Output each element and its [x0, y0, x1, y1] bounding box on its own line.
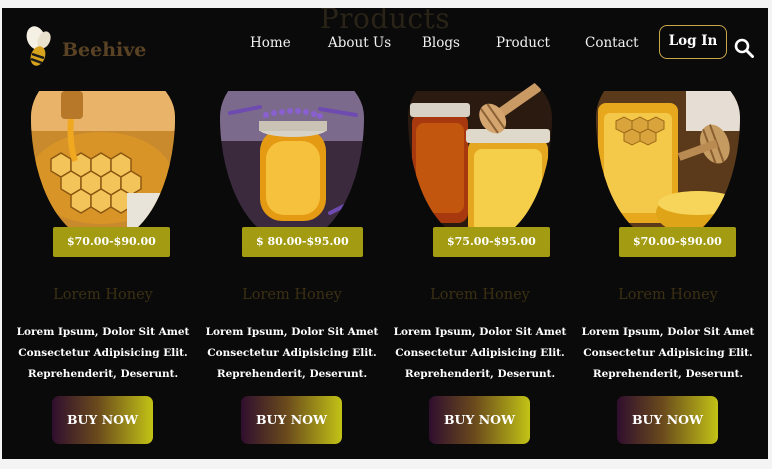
product-image[interactable] [31, 63, 175, 243]
product-card: $70.00-$90.00 Lorem Honey Lorem Ipsum, D… [582, 63, 766, 453]
description-line: Reprehenderit, Deserunt. [404, 368, 556, 380]
product-description: Lorem Ipsum, Dolor Sit Amet Consectetur … [580, 322, 756, 385]
nav-about-us[interactable]: About Us [328, 35, 391, 51]
description-line: Lorem Ipsum, Dolor Sit Amet [16, 326, 190, 338]
description-line: Consectetur Adipisicing Elit. [207, 347, 377, 359]
product-title: Lorem Honey [242, 287, 342, 303]
nav-home[interactable]: Home [250, 35, 291, 51]
product-image[interactable] [220, 63, 364, 243]
products-section: Products Beehive Home About Us Blogs Pro… [2, 8, 768, 459]
buy-now-button[interactable]: BUY NOW [52, 396, 153, 444]
product-card: $70.00-$90.00 Lorem Honey Lorem Ipsum, D… [17, 63, 201, 453]
description-line: Lorem Ipsum, Dolor Sit Amet [581, 326, 755, 338]
nav-product[interactable]: Product [496, 35, 550, 51]
product-title: Lorem Honey [618, 287, 718, 303]
login-button[interactable]: Log In [659, 25, 727, 59]
bee-icon [26, 26, 51, 66]
price-badge: $70.00-$90.00 [53, 227, 170, 257]
product-description: Lorem Ipsum, Dolor Sit Amet Consectetur … [392, 322, 568, 385]
buy-now-button[interactable]: BUY NOW [241, 396, 342, 444]
buy-now-button[interactable]: BUY NOW [429, 396, 530, 444]
product-card: $75.00-$95.00 Lorem Honey Lorem Ipsum, D… [394, 63, 578, 453]
product-image[interactable] [408, 63, 552, 243]
description-line: Lorem Ipsum, Dolor Sit Amet [393, 326, 567, 338]
product-image[interactable] [596, 63, 740, 243]
product-card: $ 80.00-$95.00 Lorem Honey Lorem Ipsum, … [206, 63, 390, 453]
nav-contact[interactable]: Contact [585, 35, 639, 51]
description-line: Reprehenderit, Deserunt. [27, 368, 179, 380]
price-badge: $ 80.00-$95.00 [242, 227, 363, 257]
product-title: Lorem Honey [430, 287, 530, 303]
product-description: Lorem Ipsum, Dolor Sit Amet Consectetur … [15, 322, 191, 385]
search-icon[interactable] [734, 38, 754, 58]
description-line: Lorem Ipsum, Dolor Sit Amet [205, 326, 379, 338]
description-line: Consectetur Adipisicing Elit. [583, 347, 753, 359]
price-badge: $75.00-$95.00 [433, 227, 550, 257]
nav-blogs[interactable]: Blogs [422, 35, 460, 51]
brand-name: Beehive [62, 39, 147, 61]
description-line: Consectetur Adipisicing Elit. [395, 347, 565, 359]
brand-logo[interactable]: Beehive [20, 24, 146, 68]
product-title: Lorem Honey [53, 287, 153, 303]
product-description: Lorem Ipsum, Dolor Sit Amet Consectetur … [204, 322, 380, 385]
description-line: Reprehenderit, Deserunt. [216, 368, 368, 380]
price-badge: $70.00-$90.00 [619, 227, 736, 257]
description-line: Reprehenderit, Deserunt. [592, 368, 744, 380]
buy-now-button[interactable]: BUY NOW [617, 396, 718, 444]
description-line: Consectetur Adipisicing Elit. [18, 347, 188, 359]
